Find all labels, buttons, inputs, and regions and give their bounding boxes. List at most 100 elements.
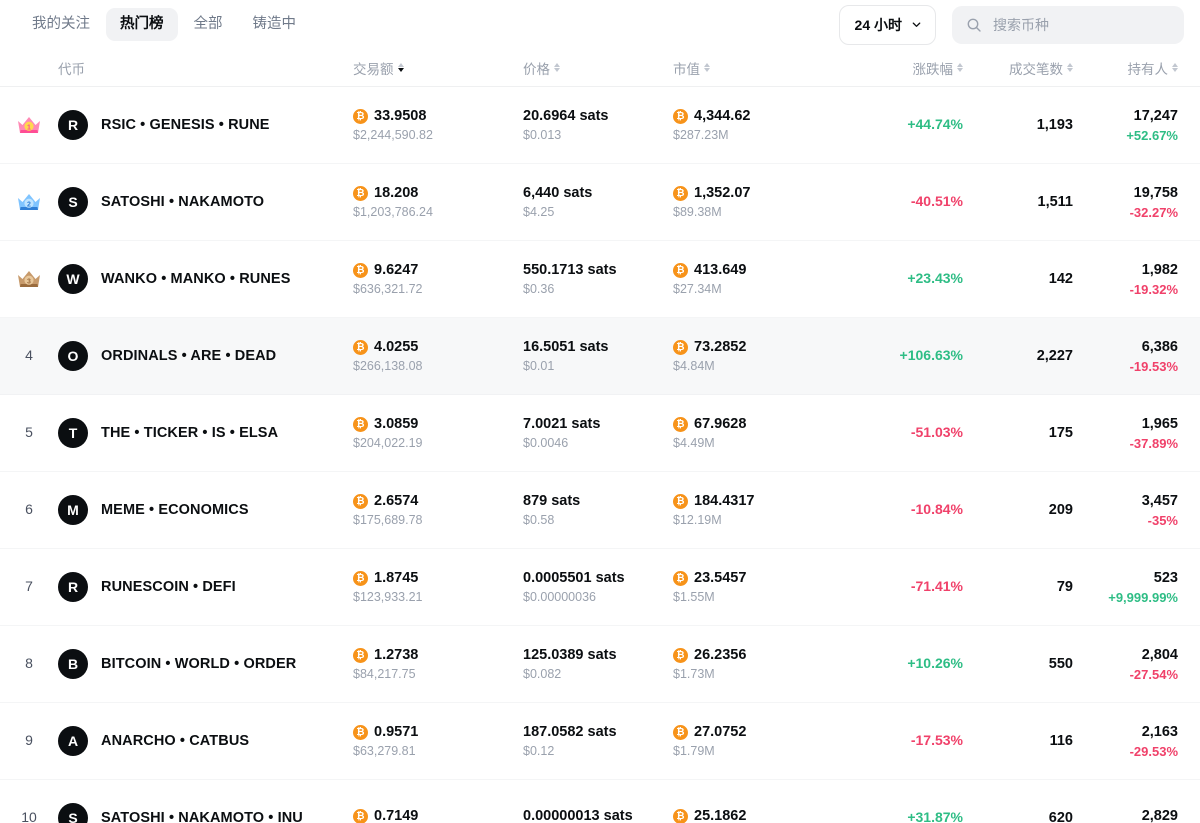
table-row[interactable]: 3 W WANKO • MANKO • RUNES ₿ 9.6247 $636,321.7…: [0, 241, 1200, 318]
volume-btc: 1.2738: [374, 647, 419, 663]
row-volume: ₿ 33.9508 $2,244,590.82: [353, 108, 523, 142]
market-cap-usd: $1.73M: [673, 667, 715, 681]
table-row[interactable]: 1 R RSIC • GENESIS • RUNE ₿ 33.9508 $2,244,59…: [0, 87, 1200, 164]
volume-btc: 9.6247: [374, 262, 419, 278]
row-holders: 6,386 -19.53%: [1073, 339, 1178, 374]
row-change: -40.51%: [848, 193, 963, 211]
sort-icon-market-cap[interactable]: [704, 63, 710, 72]
svg-text:2: 2: [27, 201, 31, 208]
price-usd: $0.58: [523, 513, 555, 527]
holder-count: 1,965: [1141, 415, 1178, 432]
row-rank: 2: [0, 191, 58, 213]
row-change: -71.41%: [848, 578, 963, 596]
table-row[interactable]: 5 T THE • TICKER • IS • ELSA ₿ 3.0859 $204,02…: [0, 395, 1200, 472]
tab-hot-list[interactable]: 热门榜: [106, 8, 178, 41]
token-name: THE • TICKER • IS • ELSA: [101, 425, 279, 441]
toolbar-right: 24 小时: [838, 4, 1184, 45]
top-toolbar: 我的关注 热门榜 全部 铸造中 24 小时: [0, 0, 1200, 49]
token-avatar: R: [58, 110, 88, 140]
row-token[interactable]: S SATOSHI • NAKAMOTO • INU: [58, 803, 353, 823]
row-transactions: 209: [963, 501, 1073, 519]
volume-btc: 3.0859: [374, 416, 419, 432]
row-market-cap: ₿ 1,352.07 $89.38M: [673, 185, 848, 219]
row-token[interactable]: R RSIC • GENESIS • RUNE: [58, 110, 353, 140]
header-holders[interactable]: 持有人: [1073, 58, 1178, 78]
sort-icon-price[interactable]: [554, 63, 560, 72]
row-change: +31.87%: [848, 809, 963, 823]
rank-number: 5: [25, 424, 33, 440]
bitcoin-icon: ₿: [673, 493, 688, 509]
row-token[interactable]: M MEME • ECONOMICS: [58, 495, 353, 525]
header-token: 代币: [58, 61, 85, 77]
row-rank: 3: [0, 268, 58, 290]
rank-medal-1-icon: 1: [18, 117, 40, 133]
row-volume: ₿ 2.6574 $175,689.78: [353, 493, 523, 527]
token-name: SATOSHI • NAKAMOTO: [101, 194, 265, 210]
row-token[interactable]: O ORDINALS • ARE • DEAD: [58, 341, 353, 371]
price-sats: 20.6964 sats: [523, 108, 609, 124]
row-token[interactable]: B BITCOIN • WORLD • ORDER: [58, 649, 353, 679]
table-row[interactable]: 4 O ORDINALS • ARE • DEAD ₿ 4.0255 $266,138.0…: [0, 318, 1200, 395]
sort-icon-holders[interactable]: [1172, 63, 1178, 72]
bitcoin-icon: ₿: [673, 416, 688, 432]
sort-icon-volume[interactable]: [397, 63, 404, 72]
token-avatar: M: [58, 495, 88, 525]
period-selector[interactable]: 24 小时: [838, 4, 936, 45]
row-token[interactable]: R RUNESCOIN • DEFI: [58, 572, 353, 602]
row-transactions: 79: [963, 578, 1073, 596]
header-change[interactable]: 涨跌幅: [848, 58, 963, 78]
table-row[interactable]: 6 M MEME • ECONOMICS ₿ 2.6574 $175,689.78 879 …: [0, 472, 1200, 549]
volume-usd: $84,217.75: [353, 667, 416, 681]
svg-text:3: 3: [27, 278, 31, 285]
table-row[interactable]: 2 S SATOSHI • NAKAMOTO ₿ 18.208 $1,203,786.24…: [0, 164, 1200, 241]
rank-medal-2-icon: 2: [18, 194, 40, 210]
header-price[interactable]: 价格: [523, 58, 673, 78]
token-avatar: A: [58, 726, 88, 756]
row-volume: ₿ 0.9571 $63,279.81: [353, 724, 523, 758]
row-rank: 9: [0, 732, 58, 750]
row-rank: 6: [0, 501, 58, 519]
row-token[interactable]: S SATOSHI • NAKAMOTO: [58, 187, 353, 217]
search-input[interactable]: [993, 16, 1170, 33]
tab-my-watchlist[interactable]: 我的关注: [18, 8, 104, 41]
market-cap-btc: 4,344.62: [694, 108, 751, 124]
bitcoin-icon: ₿: [673, 185, 688, 201]
table-row[interactable]: 8 B BITCOIN • WORLD • ORDER ₿ 1.2738 $84,217.…: [0, 626, 1200, 703]
header-transactions[interactable]: 成交笔数: [963, 58, 1073, 78]
tab-all[interactable]: 全部: [180, 8, 237, 41]
price-usd: $0.12: [523, 744, 555, 758]
volume-usd: $63,279.81: [353, 744, 416, 758]
row-token[interactable]: A ANARCHO • CATBUS: [58, 726, 353, 756]
row-rank: 5: [0, 424, 58, 442]
header-market-cap[interactable]: 市值: [673, 58, 848, 78]
token-table-body: 1 R RSIC • GENESIS • RUNE ₿ 33.9508 $2,244,59…: [0, 87, 1200, 823]
tab-minting[interactable]: 铸造中: [239, 8, 311, 41]
period-selector-label: 24 小时: [854, 16, 902, 33]
change-percent: +106.63%: [899, 347, 963, 363]
table-row[interactable]: 10 S SATOSHI • NAKAMOTO • INU ₿ 0.7149 0.0000…: [0, 780, 1200, 823]
change-percent: -17.53%: [910, 732, 963, 748]
transaction-count: 620: [1048, 810, 1073, 823]
row-holders: 17,247 +52.67%: [1073, 108, 1178, 143]
bitcoin-icon: ₿: [673, 724, 688, 740]
token-name: ANARCHO • CATBUS: [101, 733, 250, 749]
market-cap-btc: 67.9628: [694, 416, 747, 432]
row-price: 879 sats $0.58: [523, 493, 673, 527]
header-volume[interactable]: 交易额: [353, 58, 523, 78]
volume-usd: $636,321.72: [353, 282, 423, 296]
search-icon: [967, 18, 981, 32]
tab-bar: 我的关注 热门榜 全部 铸造中: [18, 8, 310, 41]
market-cap-usd: $1.79M: [673, 744, 715, 758]
bitcoin-icon: ₿: [353, 808, 368, 823]
table-row[interactable]: 9 A ANARCHO • CATBUS ₿ 0.9571 $63,279.81 187.0…: [0, 703, 1200, 780]
row-token[interactable]: W WANKO • MANKO • RUNES: [58, 264, 353, 294]
price-sats: 187.0582 sats: [523, 724, 617, 740]
row-token[interactable]: T THE • TICKER • IS • ELSA: [58, 418, 353, 448]
row-volume: ₿ 1.2738 $84,217.75: [353, 647, 523, 681]
bitcoin-icon: ₿: [673, 808, 688, 823]
table-row[interactable]: 7 R RUNESCOIN • DEFI ₿ 1.8745 $123,933.21 0.00…: [0, 549, 1200, 626]
search-box[interactable]: [952, 5, 1184, 44]
row-price: 550.1713 sats $0.36: [523, 262, 673, 296]
transaction-count: 1,511: [1037, 194, 1074, 210]
row-price: 125.0389 sats $0.082: [523, 647, 673, 681]
